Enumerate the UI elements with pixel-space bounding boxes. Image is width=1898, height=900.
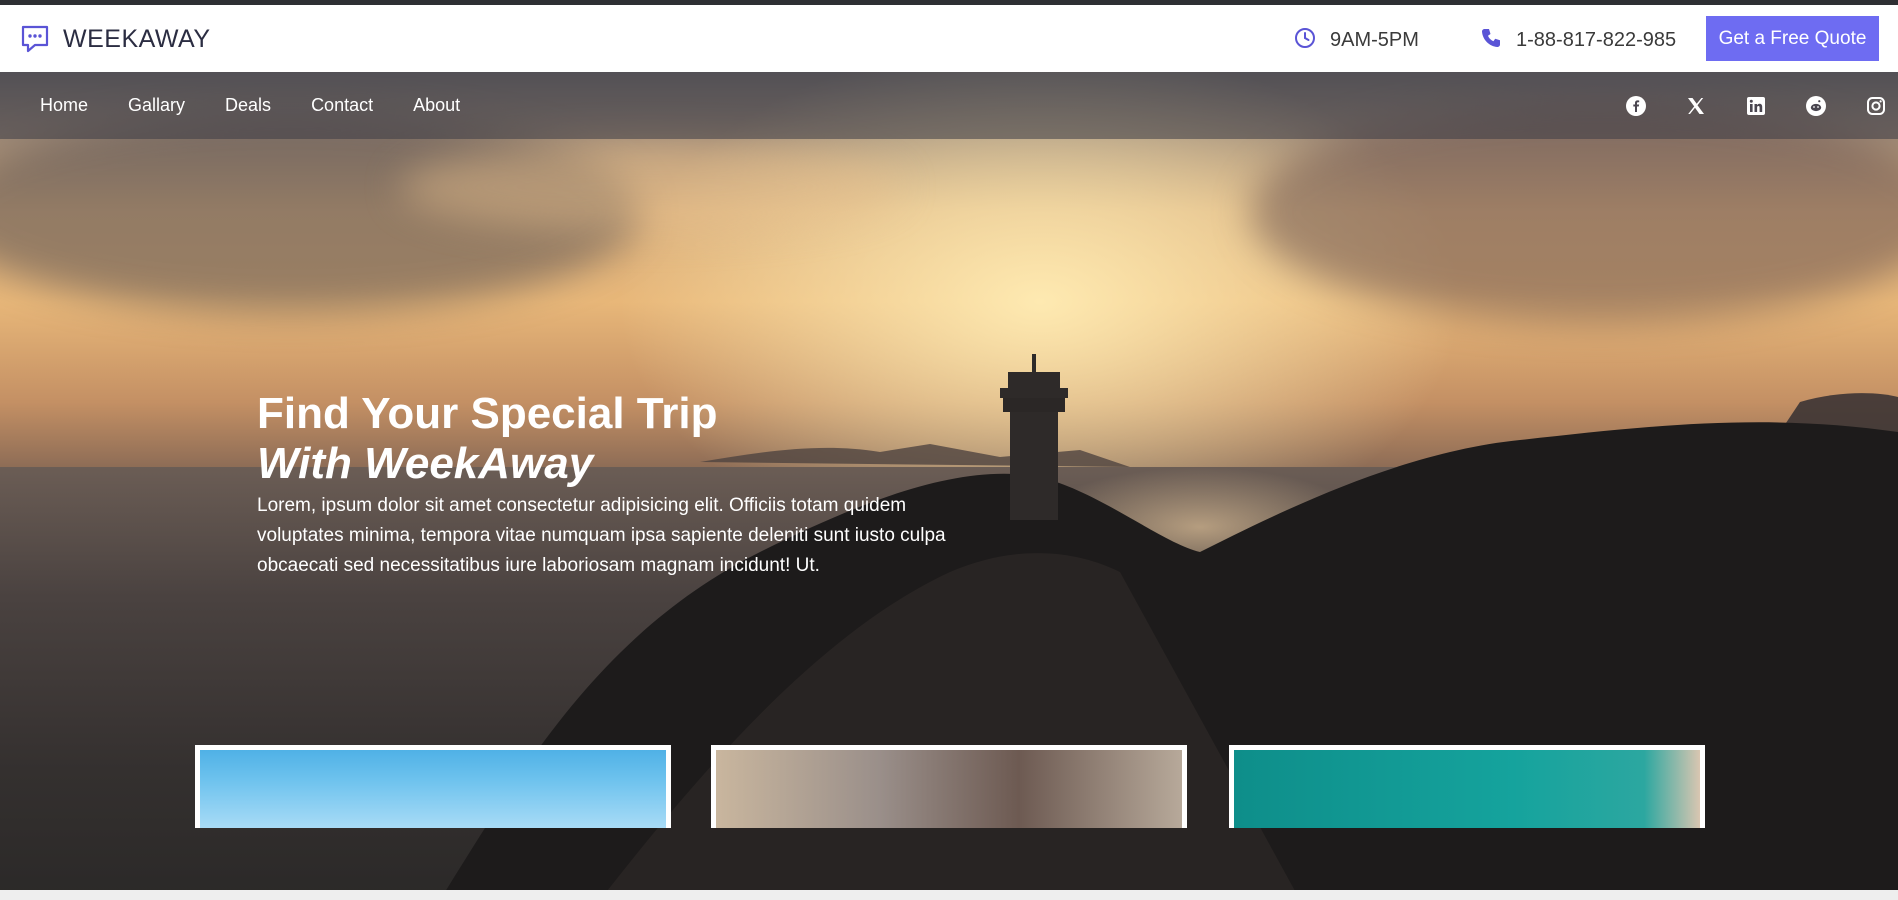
top-header: WEEKAWAY 9AM-5PM 1-88-817-822-985 Get a … xyxy=(0,5,1898,72)
nav-contact[interactable]: Contact xyxy=(311,95,373,116)
hero-subtitle: With WeekAway xyxy=(257,439,594,488)
phone-icon xyxy=(1480,27,1502,54)
destination-image xyxy=(200,750,666,828)
nav-gallary[interactable]: Gallary xyxy=(128,95,185,116)
hero-description: Lorem, ipsum dolor sit amet consectetur … xyxy=(257,495,946,576)
page-bottom-strip xyxy=(0,890,1898,900)
destination-image xyxy=(1234,750,1700,828)
reddit-icon[interactable] xyxy=(1806,95,1826,116)
x-icon[interactable] xyxy=(1686,96,1706,116)
hours-text: 9AM-5PM xyxy=(1330,29,1419,51)
destination-card[interactable] xyxy=(195,745,671,828)
business-hours: 9AM-5PM xyxy=(1294,27,1419,54)
hero-content: Find Your Special Trip With WeekAway Lor… xyxy=(257,389,957,581)
social-links xyxy=(1626,72,1886,139)
hero-title: Find Your Special Trip xyxy=(257,389,718,438)
main-navbar: Home Gallary Deals Contact About xyxy=(0,72,1898,139)
nav-home[interactable]: Home xyxy=(40,95,88,116)
instagram-icon[interactable] xyxy=(1866,96,1886,116)
linkedin-icon[interactable] xyxy=(1746,96,1766,116)
brand[interactable]: WEEKAWAY xyxy=(19,22,211,56)
brand-name: WEEKAWAY xyxy=(63,24,211,53)
nav-about[interactable]: About xyxy=(413,95,460,116)
phone-contact[interactable]: 1-88-817-822-985 xyxy=(1480,27,1676,54)
chat-bubble-icon xyxy=(19,23,51,55)
destination-card[interactable] xyxy=(711,745,1187,828)
destination-image xyxy=(716,750,1182,828)
get-quote-button[interactable]: Get a Free Quote xyxy=(1706,16,1879,61)
destination-cards xyxy=(0,745,1898,828)
nav-deals[interactable]: Deals xyxy=(225,95,271,116)
clock-icon xyxy=(1294,27,1316,54)
facebook-icon[interactable] xyxy=(1626,95,1646,116)
destination-card[interactable] xyxy=(1229,745,1705,828)
nav-links: Home Gallary Deals Contact About xyxy=(40,72,500,139)
phone-number: 1-88-817-822-985 xyxy=(1516,29,1677,51)
